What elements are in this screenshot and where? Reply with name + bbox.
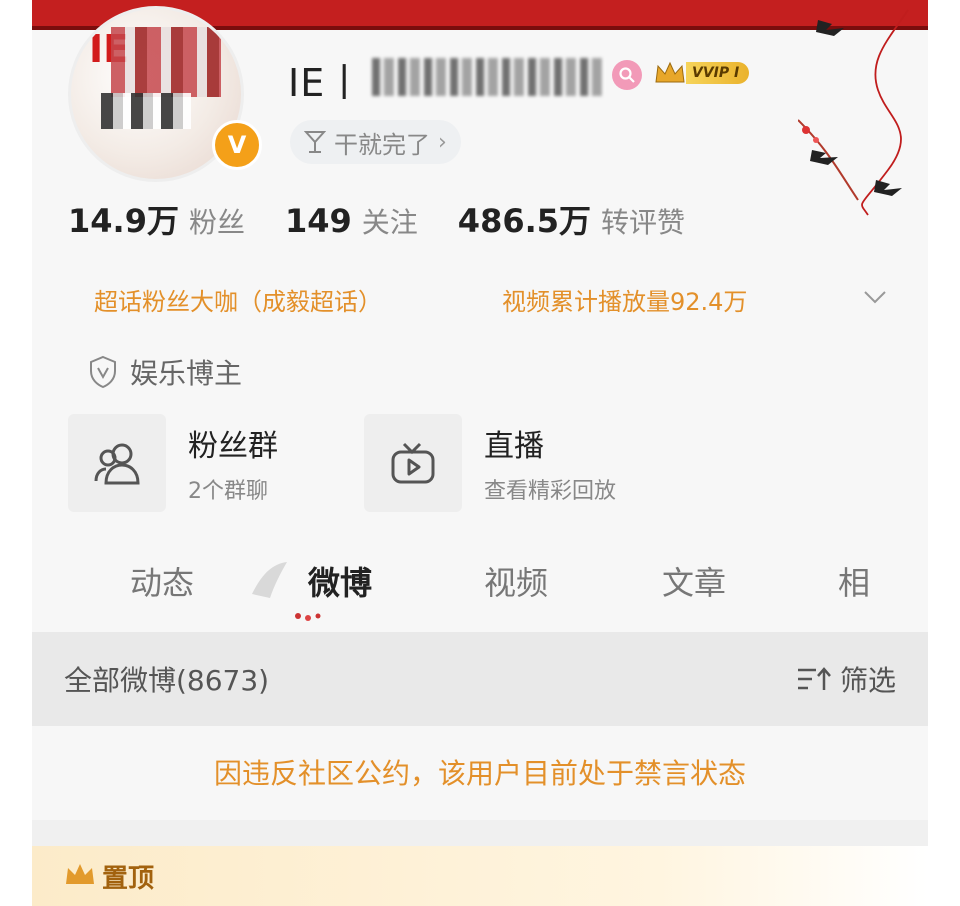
video-plays-tag[interactable]: 视频累计播放量92.4万 (502, 282, 747, 317)
chevron-right-icon: › (438, 129, 447, 155)
tab-dynamic[interactable]: 动态 (130, 558, 194, 604)
username-prefix: IE丨 (288, 61, 365, 105)
category-label: 娱乐博主 (130, 357, 243, 390)
fan-group-subtitle: 2个群聊 (188, 479, 268, 504)
pinned-label: 置顶 (102, 863, 155, 894)
ban-notice: 因违反社区公约，该用户目前处于禁言状态 (213, 757, 746, 790)
crown-icon (66, 864, 94, 884)
fan-group-card[interactable]: 粉丝群 2个群聊 (68, 414, 278, 512)
category-row: 娱乐博主 (88, 352, 242, 392)
fan-group-text: 粉丝群 2个群聊 (188, 421, 278, 505)
stats-row: 14.9万 粉丝 149 关注 486.5万 转评赞 (68, 196, 725, 242)
tv-play-icon (364, 414, 462, 512)
verified-badge-icon: V (212, 120, 262, 170)
search-badge-icon[interactable] (612, 60, 642, 90)
live-subtitle: 查看精彩回放 (484, 479, 617, 504)
swallow-decoration-icon (798, 9, 909, 216)
fan-group-title: 粉丝群 (188, 429, 278, 464)
tab-album[interactable]: 相 (838, 558, 870, 604)
profile-page: IE V IE丨 VVIP I 干就完了 › 14.9万 粉丝 149 关注 4… (32, 0, 928, 906)
stat-value: 14.9万 (68, 202, 179, 240)
feed-title: 全部微博(8673) (64, 664, 270, 697)
pinned-post-card[interactable]: 置顶 (32, 820, 928, 906)
username: IE丨 (288, 52, 364, 107)
username-mosaic (372, 58, 604, 96)
stat-likes[interactable]: 486.5万 转评赞 (458, 196, 685, 242)
stat-label: 关注 (361, 206, 418, 239)
stat-following[interactable]: 149 关注 (285, 201, 418, 241)
swallow-tab-icon (252, 562, 321, 621)
vip-label: VVIP I (686, 62, 750, 84)
tab-video[interactable]: 视频 (484, 558, 548, 604)
feed-header: 全部微博(8673) 筛选 (32, 632, 928, 726)
cocktail-icon (304, 131, 326, 153)
stat-label: 粉丝 (188, 206, 245, 239)
filter-label: 筛选 (839, 664, 896, 697)
live-title: 直播 (484, 429, 544, 464)
avatar-mosaic (111, 27, 221, 97)
crown-icon (655, 61, 685, 83)
filter-button[interactable]: 筛选 (796, 659, 896, 699)
avatar-mosaic-lower (101, 93, 191, 129)
filter-sort-icon (797, 667, 831, 690)
stat-value: 149 (284, 202, 352, 240)
live-card[interactable]: 直播 查看精彩回放 (364, 414, 616, 512)
live-text: 直播 查看精彩回放 (484, 421, 616, 505)
stat-value: 486.5万 (457, 202, 592, 240)
pinned-header: 置顶 (32, 846, 928, 906)
profile-tabs: 动态 微博 视频 文章 相 (32, 554, 928, 614)
motto-text: 干就完了 (334, 130, 430, 159)
vip-badge[interactable]: VVIP I (654, 58, 750, 88)
stat-followers[interactable]: 14.9万 粉丝 (68, 196, 245, 242)
motto-pill[interactable]: 干就完了 › (290, 120, 461, 164)
shield-v-icon (90, 355, 116, 389)
tab-article[interactable]: 文章 (662, 558, 726, 604)
super-topic-tag[interactable]: 超话粉丝大咖（成毅超话） (94, 282, 382, 317)
stat-label: 转评赞 (601, 206, 686, 239)
chevron-down-icon[interactable] (862, 284, 888, 310)
people-icon (68, 414, 166, 512)
